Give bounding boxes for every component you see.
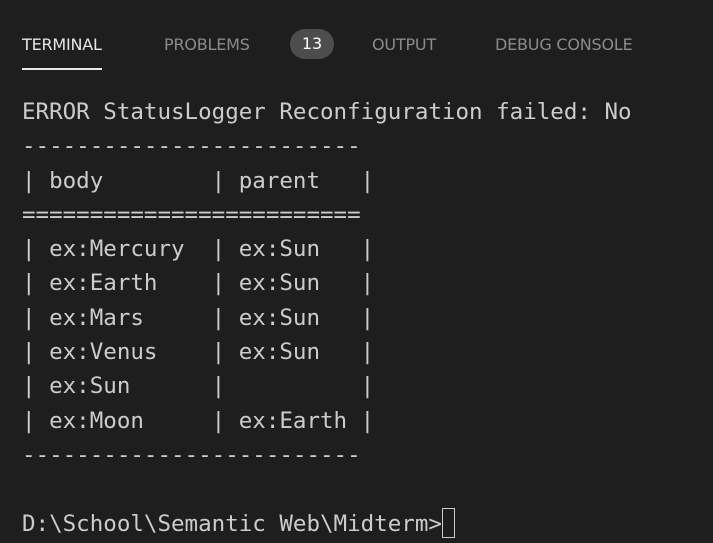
tab-output[interactable]: OUTPUT	[372, 27, 436, 63]
panel-tab-bar: TERMINAL PROBLEMS 13 OUTPUT DEBUG CONSOL…	[0, 0, 713, 80]
terminal-output[interactable]: ERROR StatusLogger Reconfiguration faile…	[22, 95, 713, 543]
terminal-error-line: ERROR StatusLogger Reconfiguration faile…	[22, 99, 632, 125]
tab-debug-console[interactable]: DEBUG CONSOLE	[495, 27, 633, 63]
table-bottom-border: -------------------------	[22, 441, 361, 468]
shell-prompt: D:\School\Semantic Web\Midterm>	[22, 510, 442, 537]
table-row: | ex:Earth | ex:Sun |	[22, 270, 375, 297]
terminal-panel: TERMINAL PROBLEMS 13 OUTPUT DEBUG CONSOL…	[0, 0, 713, 543]
tab-debug-console-label: DEBUG CONSOLE	[495, 35, 633, 54]
table-row: | ex:Venus | ex:Sun |	[22, 339, 375, 366]
table-row: | ex:Mars | ex:Sun |	[22, 304, 375, 331]
prompt-line[interactable]: D:\School\Semantic Web\Midterm>	[22, 507, 713, 541]
table-row: | ex:Sun | |	[22, 373, 375, 400]
tab-problems[interactable]: PROBLEMS	[164, 27, 250, 63]
table-row: | ex:Moon | ex:Earth |	[22, 407, 375, 434]
terminal-cursor[interactable]	[441, 507, 455, 538]
table-header-row: | body | parent |	[22, 167, 375, 194]
active-tab-indicator	[22, 68, 102, 70]
tab-terminal-label: TERMINAL	[22, 35, 102, 54]
tab-output-label: OUTPUT	[372, 35, 437, 54]
tab-terminal[interactable]: TERMINAL	[22, 27, 102, 70]
table-row: | ex:Mercury | ex:Sun |	[22, 236, 375, 263]
problems-count-badge: 13	[290, 29, 334, 59]
tab-problems-label: PROBLEMS	[164, 35, 250, 54]
table-top-border: -------------------------	[22, 133, 361, 160]
table-header-separator: =========================	[22, 201, 361, 228]
